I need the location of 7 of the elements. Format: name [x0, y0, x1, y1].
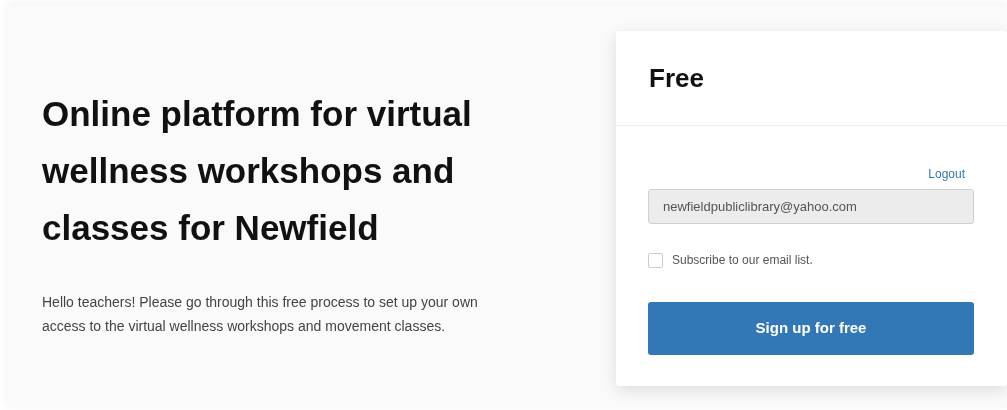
page-heading: Online platform for virtual wellness workshops and classes for Newfield — [42, 93, 473, 249]
signup-button[interactable]: Sign up for free — [648, 302, 974, 355]
intro-text: Hello teachers! Please go through this free process to set up your own access to the virtual wellness workshops and movement classes. — [42, 293, 479, 336]
plan-title: Free — [649, 61, 704, 95]
subscribe-checkbox[interactable] — [648, 252, 663, 268]
subscribe-label: Subscribe to our email list. — [672, 252, 813, 269]
logout-link[interactable]: Logout — [928, 166, 965, 182]
